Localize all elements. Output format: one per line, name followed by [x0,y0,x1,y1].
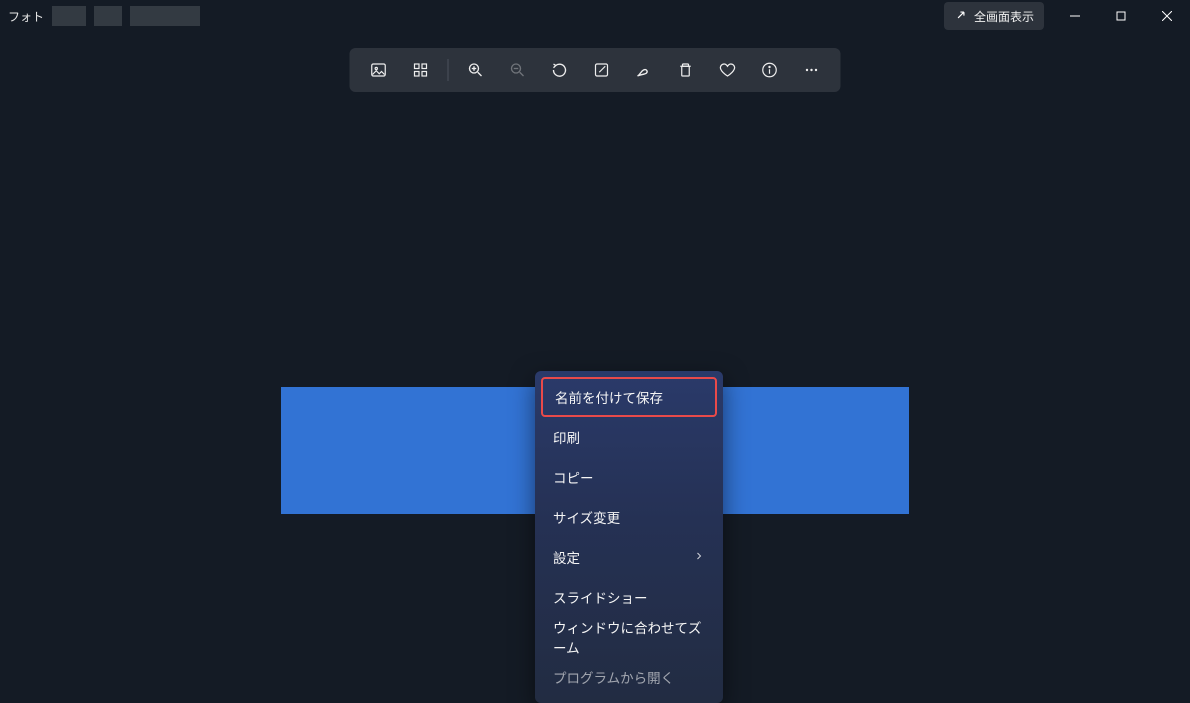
more-icon[interactable] [793,53,831,87]
minimize-button[interactable] [1052,0,1098,32]
close-button[interactable] [1144,0,1190,32]
title-redacted-2 [94,6,122,26]
zoom-in-icon[interactable] [457,53,495,87]
menu-save-as[interactable]: 名前を付けて保存 [541,377,717,417]
title-redacted-1 [52,6,86,26]
menu-label: 設定 [553,547,580,567]
titlebar: フォト 全画面表示 [0,0,1190,32]
menu-slideshow[interactable]: スライドショー [541,577,717,617]
menu-open-with[interactable]: プログラムから開く [541,657,717,697]
menu-label: スライドショー [553,587,648,607]
context-menu: 名前を付けて保存 印刷 コピー サイズ変更 設定 スライドショー ウィンドウに合… [535,371,723,703]
titlebar-right: 全画面表示 [944,0,1190,32]
menu-copy[interactable]: コピー [541,457,717,497]
image-icon[interactable] [360,53,398,87]
menu-label: コピー [553,467,594,487]
zoom-out-icon[interactable] [499,53,537,87]
edit-icon[interactable] [583,53,621,87]
filmstrip-icon[interactable] [402,53,440,87]
maximize-button[interactable] [1098,0,1144,32]
menu-label: プログラムから開く [553,667,674,687]
menu-fit-zoom[interactable]: ウィンドウに合わせてズーム [541,617,717,657]
fullscreen-label: 全画面表示 [974,8,1034,25]
fullscreen-icon [954,8,968,25]
app-name: フォト [8,8,44,25]
menu-label: 印刷 [553,427,580,447]
fullscreen-button[interactable]: 全画面表示 [944,2,1044,30]
markup-icon[interactable] [625,53,663,87]
toolbar-separator [448,59,449,81]
favorite-icon[interactable] [709,53,747,87]
menu-label: 名前を付けて保存 [555,387,663,407]
menu-label: ウィンドウに合わせてズーム [553,617,705,657]
chevron-right-icon [693,550,705,565]
rotate-icon[interactable] [541,53,579,87]
menu-settings[interactable]: 設定 [541,537,717,577]
titlebar-left: フォト [8,6,200,26]
title-redacted-3 [130,6,200,26]
menu-print[interactable]: 印刷 [541,417,717,457]
info-icon[interactable] [751,53,789,87]
menu-resize[interactable]: サイズ変更 [541,497,717,537]
delete-icon[interactable] [667,53,705,87]
menu-label: サイズ変更 [553,507,620,527]
toolbar [350,48,841,92]
